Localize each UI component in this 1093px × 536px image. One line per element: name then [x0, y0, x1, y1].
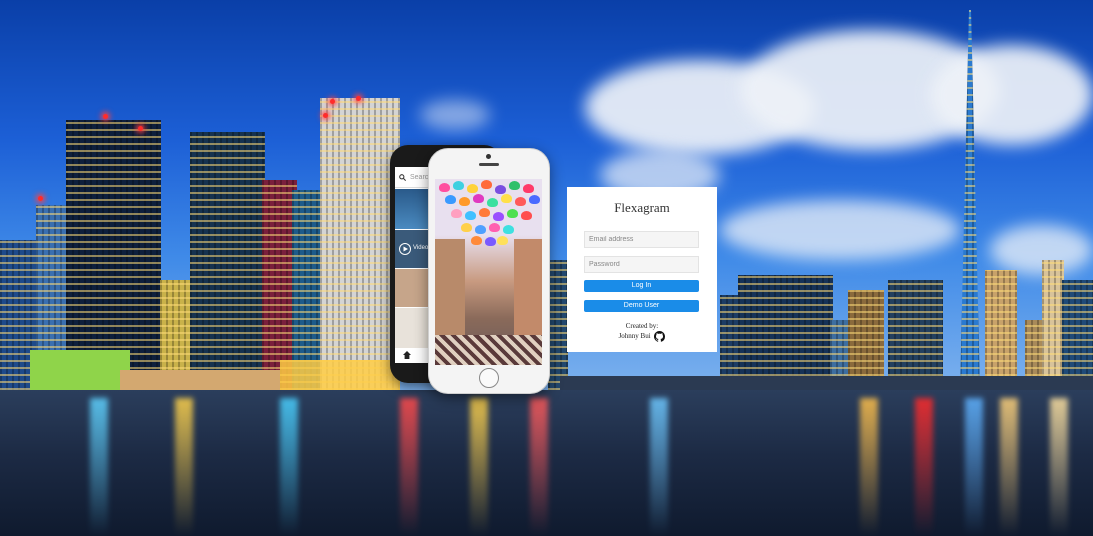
umbrella	[503, 225, 514, 234]
water-reflection	[400, 398, 418, 536]
umbrella	[461, 223, 472, 232]
password-field[interactable]	[584, 256, 699, 273]
login-button[interactable]: Log In	[584, 280, 699, 292]
umbrella	[473, 194, 484, 203]
water-reflection	[860, 398, 878, 536]
phone-home-button	[479, 368, 499, 388]
created-by-label: Created by:	[625, 322, 659, 330]
umbrella	[451, 209, 462, 218]
author-line: Johnny Bui	[567, 331, 717, 342]
search-icon	[399, 173, 406, 181]
phone-camera	[486, 154, 491, 159]
app-title: Flexagram	[614, 200, 670, 215]
beacon-light	[356, 96, 361, 101]
building	[1062, 280, 1093, 390]
umbrella	[515, 197, 526, 206]
water-reflection	[530, 398, 548, 536]
umbrella	[485, 237, 496, 246]
umbrella	[509, 181, 520, 190]
play-icon	[399, 243, 411, 255]
umbrella	[467, 184, 478, 193]
umbrella	[475, 225, 486, 234]
building	[560, 376, 1093, 390]
umbrella	[471, 236, 482, 245]
beacon-light	[323, 113, 328, 118]
umbrella	[501, 194, 512, 203]
author-name: Johnny Bui	[618, 332, 651, 341]
umbrella	[459, 197, 470, 206]
phone-tile	[395, 269, 431, 307]
beacon-light	[138, 126, 143, 131]
login-card: Flexagram Log In Demo User Created by: J…	[567, 187, 717, 352]
water-reflection	[90, 398, 108, 536]
building	[1042, 260, 1064, 390]
umbrella	[495, 185, 506, 194]
umbrella	[453, 181, 464, 190]
water-reflection	[470, 398, 488, 536]
umbrella	[497, 236, 508, 245]
building	[985, 270, 1017, 390]
photo-ground	[435, 335, 542, 365]
phone-tile	[395, 189, 431, 229]
umbrella	[445, 195, 456, 204]
umbrella	[465, 211, 476, 220]
umbrella	[481, 180, 492, 189]
phone-video-label: Video	[413, 245, 429, 251]
water-reflection	[280, 398, 298, 536]
building	[280, 360, 400, 390]
credits: Created by: Johnny Bui	[567, 321, 717, 342]
water-reflection	[175, 398, 193, 536]
cloud	[720, 200, 960, 260]
umbrella	[523, 184, 534, 193]
water-reflection	[1050, 398, 1068, 536]
beacon-light	[330, 99, 335, 104]
umbrella	[507, 209, 518, 218]
umbrella	[493, 212, 504, 221]
umbrella	[479, 208, 490, 217]
beacon-light	[38, 196, 43, 201]
phone-screen-photo	[435, 179, 542, 365]
umbrella	[529, 195, 540, 204]
email-field[interactable]	[584, 231, 699, 248]
cloud	[420, 100, 490, 130]
home-icon	[403, 351, 411, 359]
phone-tile	[395, 308, 431, 348]
umbrella	[489, 223, 500, 232]
building	[888, 280, 943, 390]
demo-user-button[interactable]: Demo User	[584, 300, 699, 312]
umbrella	[487, 198, 498, 207]
building	[120, 370, 280, 390]
building	[30, 350, 130, 390]
building	[848, 290, 884, 390]
building	[320, 98, 400, 390]
umbrella	[521, 211, 532, 220]
beacon-light	[103, 114, 108, 119]
phone-mockup-front	[428, 148, 550, 394]
building	[548, 260, 568, 390]
cloud	[930, 45, 1093, 145]
umbrella	[439, 183, 450, 192]
water-reflection	[1000, 398, 1018, 536]
phone-tile: Video	[395, 230, 431, 268]
water-reflection	[915, 398, 933, 536]
water-reflection	[965, 398, 983, 536]
water-reflection	[650, 398, 668, 536]
building	[190, 132, 265, 390]
github-icon[interactable]	[654, 331, 666, 342]
phone-speaker	[479, 163, 499, 166]
building	[738, 275, 833, 390]
